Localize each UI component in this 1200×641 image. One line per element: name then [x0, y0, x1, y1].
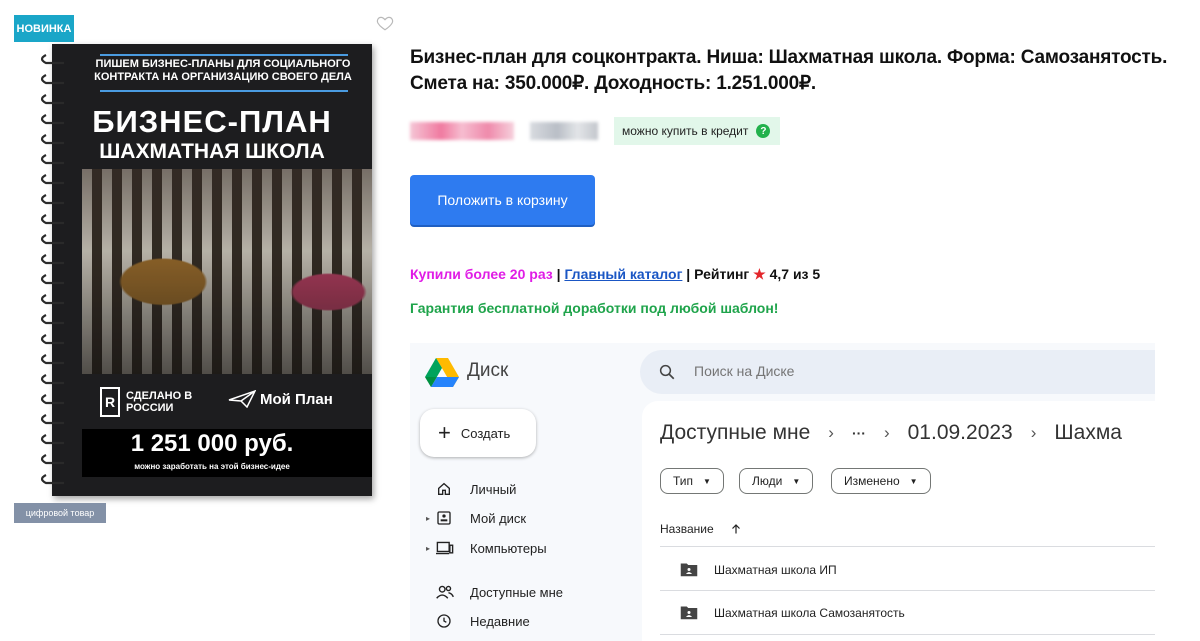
chevron-right-icon: ›	[883, 423, 890, 442]
column-label: Название	[660, 522, 714, 536]
computer-icon	[436, 540, 458, 556]
people-icon	[436, 584, 458, 600]
product-cover-image[interactable]: ПИШЕМ БИЗНЕС-ПЛАНЫ ДЛЯ СОЦИАЛЬНОГО КОНТР…	[52, 44, 372, 496]
nav-item-recent[interactable]: Недавние	[426, 611, 530, 631]
file-name: Шахматная школа Самозанятость	[714, 605, 905, 620]
file-row[interactable]: Шахматная школа Самозанятость	[680, 605, 905, 620]
filter-people[interactable]: Люди ▼	[739, 468, 814, 494]
blurred-price	[410, 122, 514, 140]
spiral-binding	[40, 54, 64, 485]
main-catalog-link[interactable]: Главный каталог	[564, 266, 682, 282]
create-label: Создать	[460, 425, 511, 441]
question-icon[interactable]: ?	[756, 124, 771, 138]
breadcrumb-shared[interactable]: Доступные мне	[660, 421, 810, 445]
cover-subtitle-top: ПИШЕМ БИЗНЕС-ПЛАНЫ ДЛЯ СОЦИАЛЬНОГО КОНТР…	[94, 58, 352, 83]
nav-item-my-drive[interactable]: ▸ Мой диск	[426, 508, 526, 528]
moy-plan-logo: Мой План	[228, 390, 333, 408]
filter-modified[interactable]: Изменено ▼	[831, 468, 931, 494]
nav-label: Мой диск	[470, 510, 527, 526]
divider	[660, 590, 1155, 591]
filter-label: Изменено	[844, 474, 900, 488]
divider	[100, 90, 348, 92]
chevron-right-icon: ›	[828, 423, 834, 442]
nav-item-personal[interactable]: Личный	[426, 479, 516, 499]
rating-label: Рейтинг	[694, 266, 750, 282]
cover-title: БИЗНЕС-ПЛАН	[92, 104, 332, 139]
guarantee-text: Гарантия бесплатной доработки под любой …	[410, 300, 779, 316]
paper-plane-icon	[228, 390, 256, 408]
add-to-cart-button[interactable]: Положить в корзину	[410, 175, 595, 225]
cover-photo	[82, 169, 372, 374]
search-icon	[659, 364, 675, 380]
drive-main-panel: Доступные мне › ··· › 01.09.2023 › Шахма…	[642, 401, 1155, 641]
credit-label: можно купить в кредит	[622, 124, 749, 138]
shared-folder-icon	[680, 563, 698, 577]
file-row[interactable]: Шахматная школа ИП	[680, 562, 837, 577]
breadcrumb-more[interactable]: ···	[852, 425, 866, 441]
caret-down-icon: ▼	[792, 476, 801, 486]
home-icon	[436, 481, 458, 497]
filter-type[interactable]: Тип ▼	[660, 468, 724, 494]
cover-price-note: можно заработать на этой бизнес-идее	[134, 462, 290, 471]
shared-folder-icon	[680, 606, 698, 620]
breadcrumb-current[interactable]: Шахма	[1054, 421, 1122, 445]
drive-search-input[interactable]	[692, 362, 996, 380]
cover-price: 1 251 000 руб.	[130, 430, 294, 457]
star-icon: ★	[753, 266, 766, 282]
nav-label: Личный	[470, 481, 517, 497]
divider	[100, 54, 348, 56]
drive-app-name: Диск	[467, 360, 509, 381]
caret-down-icon: ▼	[703, 476, 711, 486]
breadcrumb: Доступные мне › ··· › 01.09.2023 › Шахма	[660, 421, 1122, 445]
filter-label: Люди	[752, 474, 783, 488]
arrow-up-icon[interactable]	[730, 523, 742, 535]
breadcrumb-folder[interactable]: 01.09.2023	[908, 421, 1013, 445]
nav-item-computers[interactable]: ▸ Компьютеры	[426, 538, 547, 558]
cover-subtitle: ШАХМАТНАЯ ШКОЛА	[99, 140, 325, 163]
credit-badge[interactable]: можно купить в кредит ?	[614, 117, 781, 145]
bought-count: Купили более 20 раз	[410, 266, 553, 282]
nav-item-shared[interactable]: Доступные мне	[426, 582, 563, 602]
nav-label: Компьютеры	[470, 540, 547, 556]
file-name: Шахматная школа ИП	[714, 562, 837, 577]
filter-label: Тип	[673, 474, 694, 488]
caret-right-icon[interactable]: ▸	[426, 514, 436, 523]
drive-screenshot: Диск + Создать Личный ▸ Мой диск ▸ Компь…	[410, 343, 1155, 641]
separator: |	[682, 266, 695, 282]
google-drive-logo	[425, 358, 459, 387]
caret-down-icon: ▼	[909, 476, 918, 486]
create-button[interactable]: + Создать	[420, 409, 536, 457]
divider	[660, 634, 1155, 635]
divider	[660, 546, 1155, 547]
chevron-right-icon: ›	[1030, 423, 1037, 442]
digital-product-badge: цифровой товар	[14, 503, 106, 523]
drive-icon	[436, 510, 458, 526]
drive-search-bar[interactable]	[640, 350, 1155, 394]
plus-icon: +	[438, 420, 451, 445]
separator: |	[552, 266, 565, 282]
blurred-old-price	[530, 122, 598, 140]
column-header-name[interactable]: Название	[660, 522, 742, 536]
caret-right-icon[interactable]: ▸	[426, 544, 436, 553]
heart-icon[interactable]	[376, 14, 394, 32]
rating-value: 4,7 из 5	[769, 266, 821, 282]
made-in-russia-logo: R СДЕЛАНО В РОССИИ	[100, 387, 204, 417]
product-stats: Купили более 20 раз | Главный каталог | …	[410, 266, 820, 283]
product-title: Бизнес-план для соцконтракта. Ниша: Шахм…	[410, 47, 1168, 94]
nav-label: Недавние	[470, 613, 530, 629]
clock-icon	[436, 613, 458, 629]
nav-label: Доступные мне	[470, 584, 564, 600]
new-badge: НОВИНКА	[14, 15, 74, 42]
